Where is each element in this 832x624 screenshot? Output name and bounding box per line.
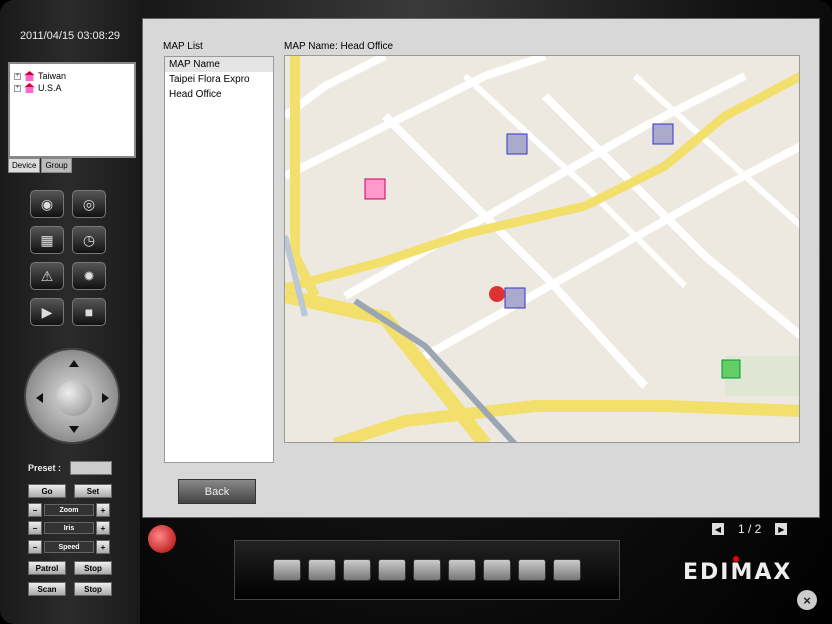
stop-icon[interactable]: ■ xyxy=(72,298,106,326)
map-view[interactable] xyxy=(284,55,800,443)
snapshot-icon[interactable] xyxy=(448,559,476,581)
sidebar: 2011/04/15 03:08:29 + Taiwan + U.S.A Dev… xyxy=(0,0,140,624)
map-panel: MAP List MAP Name: Head Office MAP Name … xyxy=(142,18,820,518)
app-window: 2011/04/15 03:08:29 + Taiwan + U.S.A Dev… xyxy=(0,0,832,624)
pager: ◀ 1 / 2 ▶ xyxy=(712,522,788,536)
map-name-label: MAP Name: Head Office xyxy=(284,41,394,52)
zoom-plus-button[interactable]: + xyxy=(96,503,110,517)
settings-icon[interactable]: ✹ xyxy=(72,262,106,290)
next-page-icon[interactable]: ▶ xyxy=(775,523,788,535)
close-button[interactable]: × xyxy=(797,590,817,610)
eye-icon[interactable]: ◎ xyxy=(72,190,106,218)
audio-icon[interactable] xyxy=(483,559,511,581)
scan-stop-button[interactable]: Stop xyxy=(74,582,112,596)
alarm-light-icon xyxy=(148,525,176,553)
patrol-stop-button[interactable]: Stop xyxy=(74,561,112,575)
go-button[interactable]: Go xyxy=(28,484,66,498)
ptz-dpad[interactable] xyxy=(24,348,120,444)
fullscreen-icon[interactable] xyxy=(553,559,581,581)
logo-text: EDIMAX xyxy=(683,560,793,585)
zoom-minus-button[interactable]: − xyxy=(28,503,42,517)
layout-2-icon[interactable] xyxy=(308,559,336,581)
brand-logo: EDIMAX xyxy=(683,556,793,585)
house-icon xyxy=(24,83,35,93)
scan-button[interactable]: Scan xyxy=(28,582,66,596)
patrol-button[interactable]: Patrol xyxy=(28,561,66,575)
datetime-display: 2011/04/15 03:08:29 xyxy=(19,30,121,42)
tree-item-usa[interactable]: + U.S.A xyxy=(10,82,134,94)
logo-dot-icon xyxy=(733,556,739,562)
list-item[interactable]: Head Office xyxy=(165,87,273,102)
tab-device[interactable]: Device xyxy=(8,158,41,173)
layout-5-icon[interactable] xyxy=(413,559,441,581)
speed-label: Speed xyxy=(44,541,94,553)
page-indicator: 1 / 2 xyxy=(738,522,762,536)
expand-icon[interactable]: + xyxy=(14,72,21,80)
iris-label: Iris xyxy=(44,522,94,534)
bottom-toolbar xyxy=(234,540,620,600)
play-icon[interactable]: ▶ xyxy=(30,298,64,326)
dpad-center-button[interactable] xyxy=(56,380,92,416)
list-item[interactable]: MAP Name xyxy=(165,57,273,72)
maplist-label: MAP List xyxy=(163,41,203,52)
device-tree: + Taiwan + U.S.A xyxy=(8,62,136,158)
layout-4-icon[interactable] xyxy=(378,559,406,581)
schedule-icon[interactable]: ◷ xyxy=(72,226,106,254)
map-graphic xyxy=(285,56,799,442)
speed-minus-button[interactable]: − xyxy=(28,540,42,554)
speed-plus-button[interactable]: + xyxy=(96,540,110,554)
back-button[interactable]: Back xyxy=(178,479,256,504)
tab-group[interactable]: Group xyxy=(41,158,72,173)
layout-icon[interactable]: ▦ xyxy=(30,226,64,254)
arrow-right-icon[interactable] xyxy=(102,393,109,403)
arrow-up-icon[interactable] xyxy=(69,360,79,367)
preset-label: Preset : xyxy=(28,463,62,473)
arrow-left-icon[interactable] xyxy=(36,393,43,403)
tree-item-label: U.S.A xyxy=(38,83,62,93)
expand-icon[interactable]: + xyxy=(14,84,21,92)
tree-item-taiwan[interactable]: + Taiwan xyxy=(10,70,134,82)
layout-3-icon[interactable] xyxy=(343,559,371,581)
map-list: MAP Name Taipei Flora Expro Head Office xyxy=(164,56,274,463)
alarm-icon[interactable]: ⚠ xyxy=(30,262,64,290)
tree-tabs: Device Group xyxy=(8,158,72,173)
set-button[interactable]: Set xyxy=(74,484,112,498)
arrow-down-icon[interactable] xyxy=(69,426,79,433)
zoom-label: Zoom xyxy=(44,504,94,516)
preset-select[interactable] xyxy=(70,461,112,475)
camera-icon[interactable]: ◉ xyxy=(30,190,64,218)
house-icon xyxy=(24,71,35,81)
tree-item-label: Taiwan xyxy=(38,71,67,81)
layout-1-icon[interactable] xyxy=(273,559,301,581)
iris-plus-button[interactable]: + xyxy=(96,521,110,535)
prev-page-icon[interactable]: ◀ xyxy=(712,523,724,535)
list-item[interactable]: Taipei Flora Expro xyxy=(165,72,273,87)
record-icon[interactable] xyxy=(518,559,546,581)
iris-minus-button[interactable]: − xyxy=(28,521,42,535)
function-buttons: ◉ ◎ ▦ ◷ ⚠ ✹ ▶ ■ xyxy=(30,190,110,326)
